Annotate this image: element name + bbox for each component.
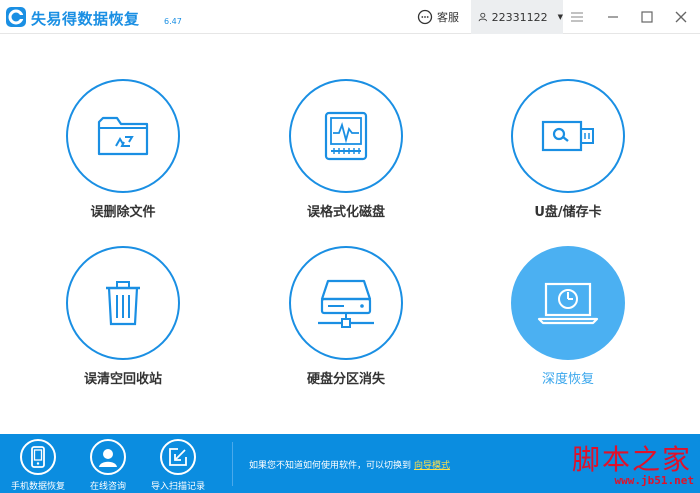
user-account-dropdown[interactable]: 22331122 ▼ bbox=[471, 0, 563, 34]
import-scan-record-button[interactable]: 导入扫描记录 bbox=[146, 439, 210, 492]
bottom-item-label: 导入扫描记录 bbox=[150, 482, 205, 492]
tile-circle bbox=[66, 79, 180, 193]
support-button[interactable]: 客服 bbox=[417, 8, 459, 26]
app-version: 6.47 bbox=[164, 17, 182, 26]
hard-drive-partition-icon bbox=[318, 279, 374, 328]
hamburger-menu-icon bbox=[571, 12, 583, 22]
close-icon bbox=[675, 11, 687, 23]
phone-icon bbox=[20, 439, 56, 475]
user-icon bbox=[478, 12, 487, 22]
tile-circle bbox=[511, 246, 625, 360]
support-label: 客服 bbox=[437, 11, 459, 24]
bottom-item-label: 在线咨询 bbox=[89, 482, 126, 492]
title-bar: 失易得数据恢复 6.47 客服 22331122 ▼ bbox=[0, 0, 700, 34]
chat-bubble-icon bbox=[417, 9, 433, 25]
tile-usb-card[interactable]: U盘/储存卡 bbox=[478, 79, 658, 220]
tile-formatted-disk[interactable]: 误格式化磁盘 bbox=[256, 79, 436, 220]
phone-recovery-button[interactable]: 手机数据恢复 bbox=[6, 439, 70, 492]
guide-mode-link[interactable]: 向导模式 bbox=[414, 461, 450, 471]
tile-label: 硬盘分区消失 bbox=[306, 372, 385, 387]
recycle-bin-icon bbox=[106, 281, 140, 326]
app-logo-icon bbox=[6, 7, 26, 27]
watermark-text: 脚本之家 bbox=[571, 443, 692, 476]
watermark-url: www.jb51.net bbox=[614, 474, 694, 487]
formatted-disk-icon bbox=[324, 111, 368, 161]
tile-label: 误格式化磁盘 bbox=[306, 205, 385, 220]
bottom-item-label: 手机数据恢复 bbox=[10, 482, 65, 492]
tile-circle bbox=[289, 246, 403, 360]
tile-label: U盘/储存卡 bbox=[534, 205, 602, 220]
menu-button[interactable] bbox=[569, 9, 585, 25]
tile-deep-recovery[interactable]: 深度恢复 bbox=[478, 246, 658, 387]
minimize-icon bbox=[608, 16, 618, 18]
deep-recovery-laptop-icon bbox=[537, 282, 599, 325]
chevron-down-icon: ▼ bbox=[557, 13, 563, 21]
import-record-icon bbox=[160, 439, 196, 475]
close-button[interactable] bbox=[673, 9, 689, 25]
divider bbox=[232, 442, 233, 486]
maximize-icon bbox=[641, 11, 653, 23]
tile-partition-lost[interactable]: 硬盘分区消失 bbox=[256, 246, 436, 387]
tile-label: 误清空回收站 bbox=[83, 372, 162, 387]
tile-circle bbox=[511, 79, 625, 193]
tile-recycle-bin[interactable]: 误清空回收站 bbox=[33, 246, 213, 387]
deleted-files-folder-icon bbox=[97, 116, 149, 156]
tile-deleted-files[interactable]: 误删除文件 bbox=[33, 79, 213, 220]
hint-text: 如果您不知道如何使用软件，可以切换到 bbox=[249, 461, 412, 471]
tile-label: 深度恢复 bbox=[541, 372, 594, 387]
tile-circle bbox=[66, 246, 180, 360]
usb-drive-icon bbox=[541, 120, 594, 152]
tile-circle bbox=[289, 79, 403, 193]
site-watermark: 脚本之家 www.jb51.net bbox=[566, 436, 700, 493]
user-id: 22331122 bbox=[491, 10, 548, 24]
consult-person-icon bbox=[90, 439, 126, 475]
guide-mode-hint: 如果您不知道如何使用软件，可以切换到 向导模式 bbox=[249, 458, 450, 471]
app-title: 失易得数据恢复 bbox=[31, 10, 140, 28]
maximize-button[interactable] bbox=[639, 9, 655, 25]
minimize-button[interactable] bbox=[605, 9, 621, 25]
online-consult-button[interactable]: 在线咨询 bbox=[76, 439, 140, 492]
tile-label: 误删除文件 bbox=[90, 205, 156, 220]
